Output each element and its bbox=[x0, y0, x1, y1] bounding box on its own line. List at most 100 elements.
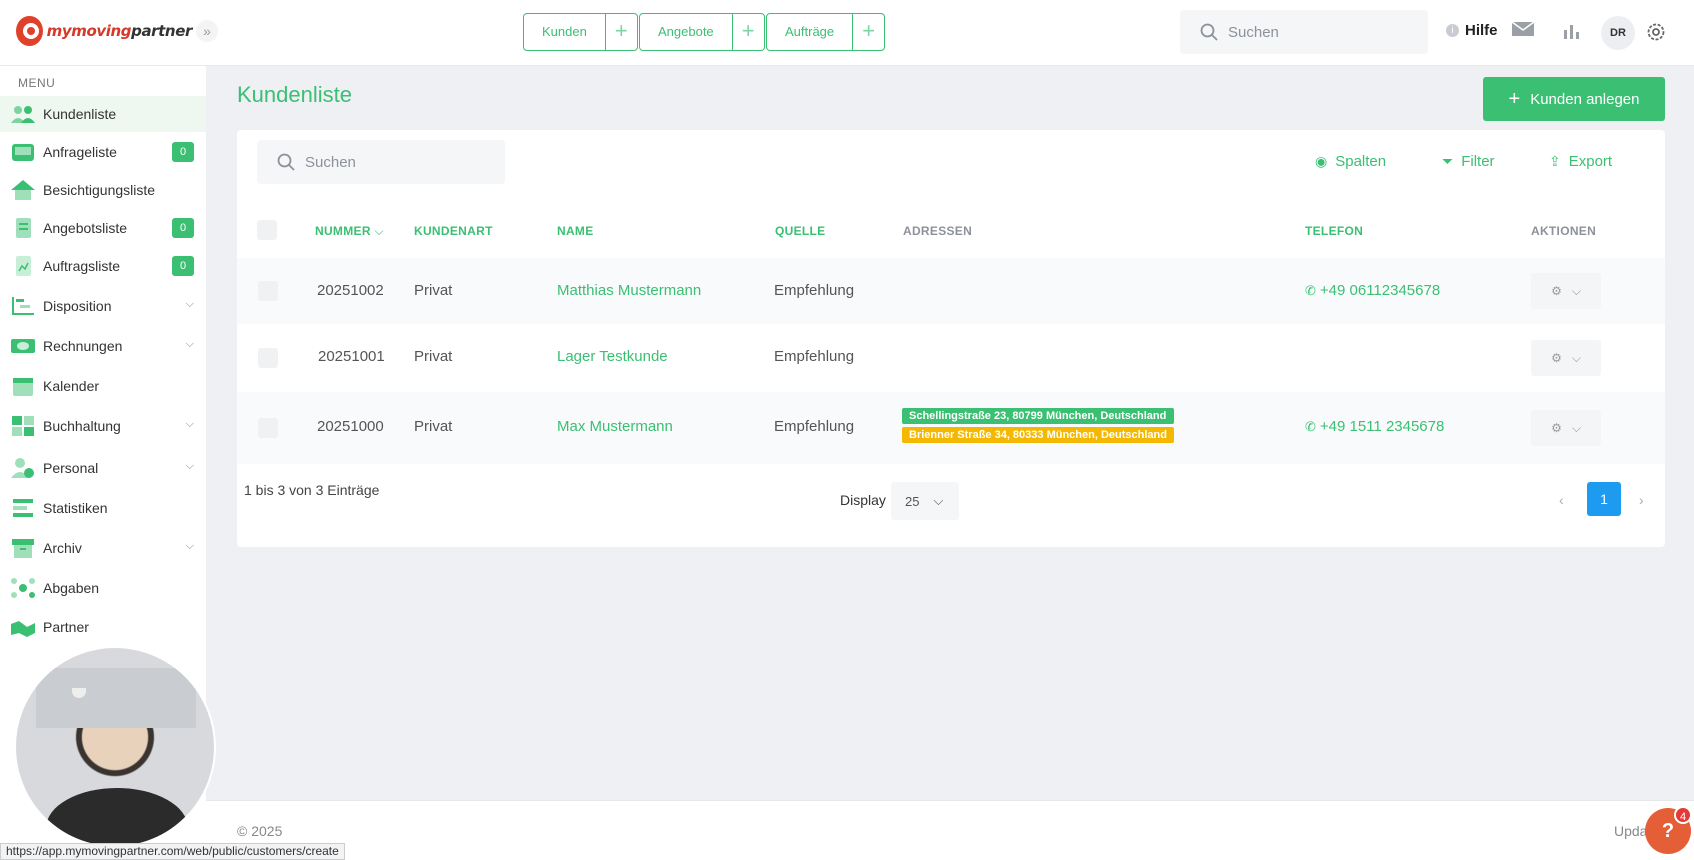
column-header-source[interactable]: QUELLE bbox=[775, 224, 825, 238]
row-actions-button[interactable]: ⚙ ⌵ bbox=[1531, 410, 1601, 446]
quick-kunden: Kunden + bbox=[523, 13, 638, 51]
logo-icon bbox=[16, 16, 43, 46]
gear-icon: ⚙ bbox=[1551, 284, 1562, 298]
page-size-select[interactable]: 25 ⌵ bbox=[891, 482, 959, 520]
network-icon bbox=[10, 577, 36, 599]
chevron-down-icon: ⌵ bbox=[185, 460, 194, 472]
export-button[interactable]: ⇪ Export bbox=[1549, 153, 1612, 170]
global-search-input[interactable]: Suchen bbox=[1180, 10, 1428, 54]
add-customer-button[interactable]: + Kunden anlegen bbox=[1483, 77, 1665, 121]
person-clock-icon bbox=[10, 457, 36, 479]
quick-add-auftraege-icon[interactable]: + bbox=[853, 14, 884, 50]
info-icon: i bbox=[1446, 24, 1459, 37]
entries-info: 1 bis 3 von 3 Einträge bbox=[244, 482, 380, 498]
phone-icon: ✆ bbox=[1305, 283, 1316, 298]
sidebar-toggle-icon[interactable]: » bbox=[196, 20, 218, 42]
row-actions-button[interactable]: ⚙ ⌵ bbox=[1531, 340, 1601, 376]
user-avatar[interactable]: DR bbox=[1601, 16, 1635, 50]
top-bar: mymovingpartner » Kunden + Angebote + Au… bbox=[0, 0, 1694, 66]
mail-icon[interactable] bbox=[1511, 20, 1535, 43]
columns-button[interactable]: ◉ Spalten bbox=[1315, 153, 1386, 170]
inbox-icon bbox=[10, 141, 36, 163]
customer-name-link[interactable]: Max Mustermann bbox=[557, 418, 673, 435]
cell-number: 20251001 bbox=[318, 348, 385, 365]
customer-name-link[interactable]: Lager Testkunde bbox=[557, 348, 668, 365]
chevron-down-icon: ⌵ bbox=[933, 493, 944, 508]
sidebar-item-rechnungen[interactable]: Rechnungen ⌵ bbox=[0, 328, 206, 364]
stats-icon bbox=[10, 497, 36, 519]
column-header-phone[interactable]: TELEFON bbox=[1305, 224, 1363, 238]
quick-angebote-button[interactable]: Angebote bbox=[640, 14, 733, 50]
help-link[interactable]: i Hilfe bbox=[1446, 22, 1498, 39]
archive-icon bbox=[10, 537, 36, 559]
cell-source: Empfehlung bbox=[774, 418, 855, 435]
sidebar-item-partner[interactable]: Partner bbox=[0, 609, 206, 645]
select-all-checkbox[interactable] bbox=[257, 220, 277, 240]
money-icon bbox=[10, 335, 36, 357]
phone-link[interactable]: ✆ +49 06112345678 bbox=[1305, 282, 1440, 299]
webcam-overlay bbox=[14, 646, 216, 848]
sidebar-item-statistiken[interactable]: Statistiken bbox=[0, 490, 206, 526]
gantt-icon bbox=[10, 295, 36, 317]
quick-auftraege-button[interactable]: Aufträge bbox=[767, 14, 854, 50]
sidebar-item-buchhaltung[interactable]: Buchhaltung ⌵ bbox=[0, 408, 206, 444]
address-tag[interactable]: Schellingstraße 23, 80799 München, Deuts… bbox=[902, 408, 1174, 424]
quick-kunden-button[interactable]: Kunden bbox=[524, 14, 606, 50]
phone-icon: ✆ bbox=[1305, 419, 1316, 434]
row-actions-button[interactable]: ⚙ ⌵ bbox=[1531, 273, 1601, 309]
row-checkbox[interactable] bbox=[258, 281, 278, 301]
update-link[interactable]: Upda bbox=[1614, 823, 1647, 839]
phone-link[interactable]: ✆ +49 1511 2345678 bbox=[1305, 418, 1444, 435]
address-tag[interactable]: Brienner Straße 34, 80333 München, Deuts… bbox=[902, 427, 1174, 443]
calculator-icon bbox=[10, 415, 36, 437]
sidebar-item-anfrageliste[interactable]: Anfrageliste 0 bbox=[0, 134, 206, 170]
row-checkbox[interactable] bbox=[258, 348, 278, 368]
table-row[interactable]: 20251001 Privat Lager Testkunde Empfehlu… bbox=[237, 324, 1665, 392]
table-row[interactable]: 20251002 Privat Matthias Mustermann Empf… bbox=[237, 258, 1665, 324]
gear-icon[interactable] bbox=[1645, 21, 1667, 48]
table-search-input[interactable]: Suchen bbox=[257, 140, 505, 184]
auftragsliste-badge: 0 bbox=[172, 256, 194, 276]
plus-icon: + bbox=[1508, 88, 1521, 110]
chart-icon[interactable] bbox=[1562, 22, 1582, 45]
copyright: © 2025 bbox=[237, 823, 283, 839]
users-icon bbox=[10, 103, 36, 125]
column-header-number[interactable]: NUMMER ⌵ bbox=[315, 224, 384, 239]
chevron-down-icon: ⌵ bbox=[185, 298, 194, 310]
cell-type: Privat bbox=[414, 348, 453, 365]
filter-button[interactable]: ⏷ Filter bbox=[1442, 153, 1495, 170]
sidebar-item-kundenliste[interactable]: Kundenliste bbox=[0, 96, 206, 132]
quick-auftraege: Aufträge + bbox=[766, 13, 886, 51]
search-icon bbox=[277, 153, 295, 171]
chevron-down-icon: ⌵ bbox=[1571, 350, 1581, 365]
clipboard-icon bbox=[10, 255, 36, 277]
quick-add-kunden-icon[interactable]: + bbox=[606, 14, 637, 50]
cell-source: Empfehlung bbox=[774, 282, 855, 299]
page-button-current[interactable]: 1 bbox=[1587, 482, 1621, 516]
prev-page-icon[interactable]: ‹ bbox=[1559, 492, 1564, 508]
table-row[interactable]: 20251000 Privat Max Mustermann Empfehlun… bbox=[237, 392, 1665, 464]
cell-type: Privat bbox=[414, 418, 453, 435]
row-checkbox[interactable] bbox=[258, 418, 278, 438]
next-page-icon[interactable]: › bbox=[1639, 492, 1644, 508]
sidebar-item-angebotsliste[interactable]: Angebotsliste 0 bbox=[0, 210, 206, 246]
help-notification-badge: 4 bbox=[1674, 806, 1692, 824]
column-header-actions: AKTIONEN bbox=[1531, 224, 1597, 238]
house-icon bbox=[10, 179, 36, 201]
address-tags: Schellingstraße 23, 80799 München, Deuts… bbox=[902, 408, 1174, 446]
sidebar-item-disposition[interactable]: Disposition ⌵ bbox=[0, 288, 206, 324]
brand-logo[interactable]: mymovingpartner bbox=[16, 14, 192, 48]
gear-icon: ⚙ bbox=[1551, 421, 1562, 435]
chevron-down-icon: ⌵ bbox=[185, 540, 194, 552]
column-header-name[interactable]: NAME bbox=[557, 224, 594, 238]
quick-add-angebote-icon[interactable]: + bbox=[733, 14, 764, 50]
sidebar-item-kalender[interactable]: Kalender bbox=[0, 368, 206, 404]
sidebar-item-auftragsliste[interactable]: Auftragsliste 0 bbox=[0, 248, 206, 284]
sidebar-item-archiv[interactable]: Archiv ⌵ bbox=[0, 530, 206, 566]
sidebar-item-besichtigungsliste[interactable]: Besichtigungsliste bbox=[0, 172, 206, 208]
sidebar-item-personal[interactable]: Personal ⌵ bbox=[0, 450, 206, 486]
customer-name-link[interactable]: Matthias Mustermann bbox=[557, 282, 701, 299]
sidebar-item-abgaben[interactable]: Abgaben bbox=[0, 570, 206, 606]
column-header-type[interactable]: KUNDENART bbox=[414, 224, 493, 238]
eye-icon: ◉ bbox=[1315, 153, 1328, 169]
